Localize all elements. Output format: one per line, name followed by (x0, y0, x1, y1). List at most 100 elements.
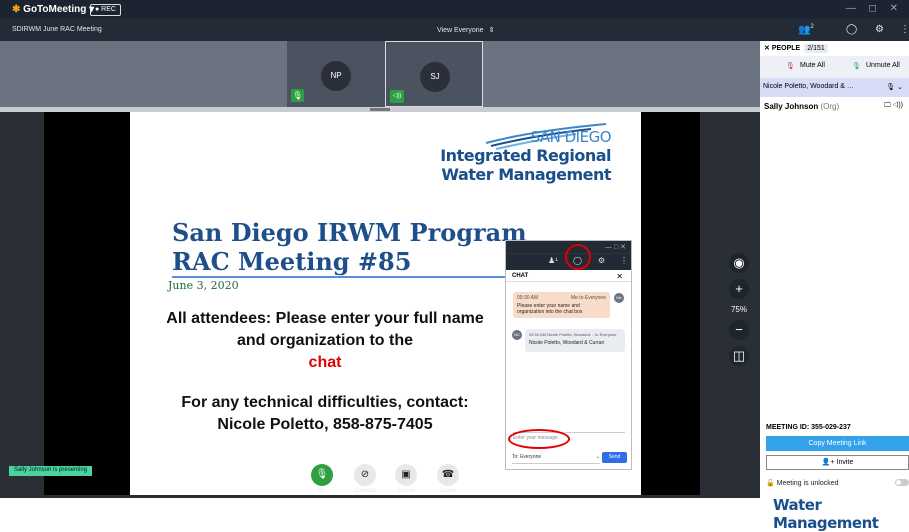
message-meta: 09:30 AM Nicole Poletto, Woodard… to Eve… (529, 332, 617, 337)
irwm-logo: SAN DIEGO Integrated Regional Water Mana… (440, 128, 611, 184)
slide-title-line-2: RAC Meeting #85 (172, 247, 412, 276)
logo-line-3: Water Management (441, 165, 611, 184)
meeting-id: MEETING ID: 355-029-237 (766, 424, 851, 431)
invite-button[interactable]: 👤+ Invite (766, 455, 909, 470)
leave-button[interactable]: ☎ Leave (428, 464, 468, 494)
meeting-controls: 🎙 Mic ⊘ Camera ▣ Screen ☎ Leave (0, 464, 760, 498)
title-bar: ✱ GoToMeeting ▾ ● REC — ◻ ✕ (0, 0, 909, 19)
logo-line-2: Integrated Regional (440, 146, 611, 165)
more-icon[interactable]: ⋮ (900, 24, 909, 35)
chevron-down-icon: ⌄ (595, 454, 600, 460)
mic-active-icon: 🎙 (291, 89, 304, 102)
zoom-in-button[interactable]: + (729, 279, 749, 299)
mute-all-button[interactable]: Mute All (800, 62, 825, 69)
invite-label: Invite (836, 459, 854, 466)
logo-line-1: SAN DIEGO (530, 128, 612, 146)
copy-link-button[interactable]: Copy Meeting Link (766, 436, 909, 451)
camera-off-icon: ⊘ (354, 464, 376, 486)
send-button[interactable]: Send (602, 452, 627, 463)
people-panel-toolbar: 👥2 ◯ ⚙ ⋮ (760, 19, 909, 41)
meeting-title: SDIRWM June RAC Meeting (12, 26, 102, 33)
mute-controls: 🎙 Mute All 🎙 Unmute All (760, 56, 909, 78)
mute-icon: 🎙 (786, 63, 795, 70)
people-title: PEOPLE (771, 45, 801, 52)
close-icon[interactable]: ✕ (616, 272, 623, 281)
group-name: Nicole Poletto, Woodard & … (763, 83, 854, 90)
meeting-topbar: SDIRWM June RAC Meeting View Everyone ⇕ (0, 19, 760, 41)
logo-star-icon: ✱ (12, 4, 21, 15)
annotation-circle (508, 429, 570, 449)
window-controls[interactable]: — ◻ ✕ (846, 3, 903, 14)
annotation-circle (565, 244, 591, 270)
snapshot-button[interactable]: ◉ (729, 253, 749, 273)
unmute-all-button[interactable]: Unmute All (866, 62, 900, 69)
slide-title-line-1: San Diego IRWM Program (172, 218, 527, 247)
slide-instruction: All attendees: Please enter your full na… (160, 308, 490, 374)
close-icon[interactable]: ✕ (764, 45, 770, 52)
updown-icon: ⇕ (488, 27, 495, 34)
fit-screen-button[interactable]: ◫ (729, 346, 749, 366)
zoom-out-button[interactable]: − (729, 320, 749, 340)
avatar: NP (321, 61, 351, 91)
recipient-select[interactable]: To: Everyone ⌄ (512, 454, 600, 464)
screen-share-area: SAN DIEGO Integrated Regional Water Mana… (0, 112, 760, 498)
lock-toggle[interactable] (895, 479, 909, 486)
slide-date: June 3, 2020 (168, 279, 239, 292)
logo-text: GoToMeeting (23, 4, 87, 15)
view-everyone-selector[interactable]: View Everyone ⇕ (437, 26, 494, 34)
chat-message: 09:30 AM Nicole Poletto, Woodard… to Eve… (525, 329, 625, 352)
zoom-controls: ◉ + 75% − ◫ (724, 247, 754, 372)
participant-tile-np[interactable]: NP 🎙 (287, 41, 385, 107)
toggle-knob (896, 480, 901, 485)
lock-status: 🔓 Meeting is unlocked (766, 479, 839, 487)
record-badge: ● REC (90, 4, 121, 16)
screen-button[interactable]: ▣ Screen (386, 464, 426, 494)
people-panel: 👥2 ◯ ⚙ ⋮ ✕ PEOPLE 2/151 🎙 Mute All 🎙 Unmu… (760, 19, 909, 498)
hangup-icon: ☎ (437, 464, 459, 486)
group-mic-icon[interactable]: 🎙 ⌄ (886, 83, 903, 91)
camera-button[interactable]: ⊘ Camera (345, 464, 385, 494)
avatar: Me (614, 293, 624, 303)
mic-button[interactable]: 🎙 Mic (302, 464, 342, 494)
gear-icon[interactable]: ⚙ (875, 24, 884, 35)
speaker-icon: ◁)) (390, 90, 404, 103)
unmute-icon: 🎙 (852, 63, 861, 70)
participant-org: (Org) (820, 102, 840, 111)
chat-icon[interactable]: ◯ (846, 24, 857, 35)
screen-icon: ▣ (395, 464, 417, 486)
people-count-badge: 2 (810, 24, 814, 30)
page-background (0, 498, 760, 516)
camera-label: Camera (354, 488, 376, 494)
app-logo[interactable]: ✱ GoToMeeting ▾ (12, 4, 94, 15)
slide-contact: For any technical difficulties, contact:… (181, 394, 469, 433)
screen-label: Screen (396, 488, 416, 494)
leave-label: Leave (439, 488, 457, 494)
recipient-value: Everyone (520, 454, 542, 460)
lock-icon: 🔓 (766, 480, 775, 487)
message-text: Nicole Poletto, Woodard & Curran (529, 340, 605, 346)
participant-group[interactable]: Nicole Poletto, Woodard & … 🎙 ⌄ (760, 78, 909, 97)
message-text: Please enter your name and organization … (517, 303, 583, 315)
add-user-icon: 👤+ (821, 459, 835, 466)
instruction-highlight: chat (308, 354, 342, 371)
participant-row[interactable]: Sally Johnson (Org) (764, 102, 839, 111)
gear-icon[interactable]: ⚙ (598, 256, 605, 265)
mic-label: Mic (317, 488, 327, 494)
people-count: 2/151 (804, 44, 828, 53)
slide-title: San Diego IRWM Program RAC Meeting #85 (172, 218, 527, 276)
chat-title: CHAT (512, 273, 529, 279)
title-divider (172, 276, 512, 278)
avatar: NC (512, 330, 522, 340)
people-icon[interactable]: ♟¹ (548, 256, 558, 265)
participant-name: Sally Johnson (764, 102, 819, 111)
chat-header: CHAT ✕ (506, 270, 631, 282)
participant-tile-sj[interactable]: SJ ◁)) (385, 41, 483, 107)
view-everyone-label: View Everyone (437, 27, 484, 34)
people-icon[interactable]: 👥2 (798, 24, 814, 35)
more-icon[interactable]: ⋮ (620, 256, 628, 265)
people-header: ✕ PEOPLE 2/151 (764, 44, 828, 53)
recipient-label: To: (512, 454, 519, 460)
screen-audio-icon: 🖵 ◁)) (884, 102, 903, 109)
avatar: SJ (420, 62, 450, 92)
chat-window-controls[interactable]: — □ ✕ (605, 243, 626, 251)
